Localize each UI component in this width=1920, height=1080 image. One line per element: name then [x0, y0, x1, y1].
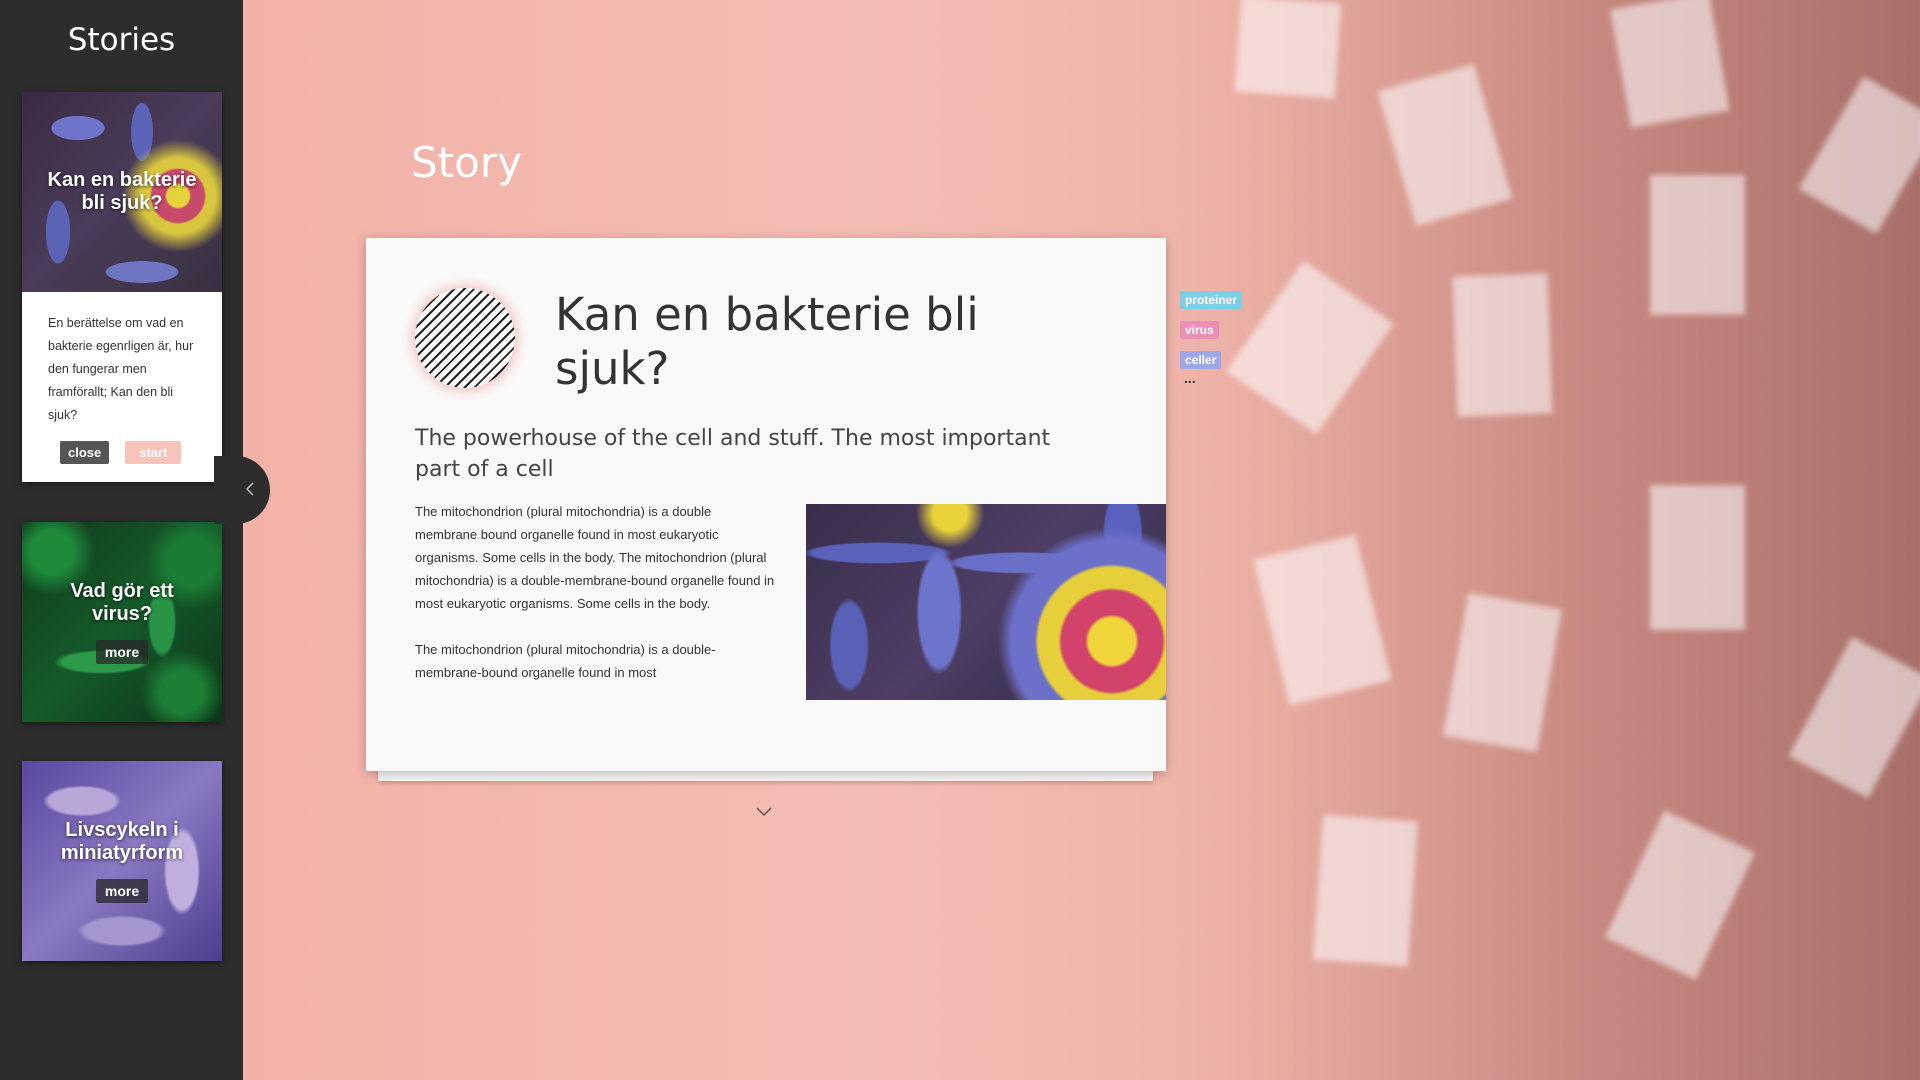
- background-card: [1313, 814, 1418, 967]
- more-button[interactable]: more: [95, 640, 149, 664]
- story-body: The mitochondrion (plural mitochondria) …: [415, 500, 775, 707]
- background-card: [1443, 592, 1562, 753]
- story-card-description: En berättelse om vad en bakterie egenrli…: [48, 316, 194, 422]
- background-card: [1234, 0, 1342, 99]
- sidebar-collapse-toggle[interactable]: [214, 456, 270, 524]
- sidebar-title: Stories: [67, 22, 176, 58]
- chevron-down-icon[interactable]: [756, 800, 772, 823]
- story-image: [806, 504, 1166, 700]
- background-card: [1650, 485, 1745, 630]
- tag-virus[interactable]: virus: [1180, 321, 1219, 339]
- story-card-title: Kan en bakterie bli sjuk?: [47, 169, 197, 214]
- story-paragraph: The mitochondrion (plural mitochondria) …: [415, 642, 716, 680]
- story-card-image: Vad gör ett virus? more: [22, 522, 222, 722]
- story-card-title: Vad gör ett virus?: [70, 580, 174, 625]
- story-card[interactable]: Livscykeln i miniatyrform more: [22, 761, 222, 961]
- story-panel: Kan en bakterie bli sjuk? The powerhouse…: [366, 238, 1166, 771]
- background-card: [1798, 76, 1920, 234]
- tag-proteiner[interactable]: proteiner: [1180, 291, 1243, 309]
- background-card: [1226, 260, 1394, 435]
- story-card-title: Livscykeln i miniatyrform: [60, 819, 184, 864]
- background-card: [1610, 0, 1730, 128]
- close-button[interactable]: close: [60, 441, 110, 464]
- stories-sidebar: Stories Kan en bakterie bli sjuk? En ber…: [0, 0, 243, 1080]
- story-title: Kan en bakterie bli sjuk?: [555, 288, 979, 395]
- start-button[interactable]: start: [125, 441, 182, 464]
- background-card: [1452, 273, 1553, 417]
- story-avatar: [415, 288, 515, 388]
- story-card[interactable]: Vad gör ett virus? more: [22, 522, 222, 722]
- chevron-left-icon: [245, 479, 255, 502]
- story-paragraph: The mitochondrion (plural mitochondria) …: [415, 504, 775, 611]
- story-subtitle: The powerhouse of the cell and stuff. Th…: [415, 426, 1051, 482]
- background-card: [1377, 63, 1513, 227]
- background-card: [1788, 636, 1920, 799]
- more-tags-indicator[interactable]: ...: [1184, 370, 1196, 386]
- page-title: Story: [411, 138, 522, 187]
- story-card-image: Livscykeln i miniatyrform more: [22, 761, 222, 961]
- background-card: [1605, 810, 1755, 980]
- more-button[interactable]: more: [95, 879, 149, 903]
- tag-celler[interactable]: celler: [1180, 351, 1222, 369]
- background-card: [1253, 534, 1392, 706]
- background-card: [1650, 175, 1745, 315]
- story-card-image: Kan en bakterie bli sjuk?: [22, 92, 222, 292]
- story-card-expanded[interactable]: Kan en bakterie bli sjuk? En berättelse …: [22, 92, 222, 482]
